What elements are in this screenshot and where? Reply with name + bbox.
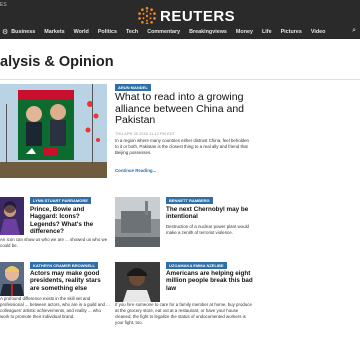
- author-badge[interactable]: LYNN STUART PARRAMORE: [30, 197, 91, 204]
- nav-item-politics[interactable]: Politics: [98, 29, 117, 35]
- gear-icon[interactable]: ⚙: [2, 28, 8, 36]
- article-summary: A profound difference exists in the skil…: [0, 296, 110, 319]
- portrait-photo: [115, 262, 160, 302]
- continue-reading-link[interactable]: Continue Reading...: [115, 168, 156, 173]
- featured-image[interactable]: [0, 84, 107, 178]
- nav-item-tech[interactable]: Tech: [126, 29, 138, 35]
- author-badge[interactable]: UZOAMAKA EMMA NZELIBE: [166, 262, 227, 269]
- article-summary: If you hire someone to care for a family…: [115, 302, 252, 325]
- portrait-photo: [0, 262, 24, 296]
- nav-item-breakingviews[interactable]: Breakingviews: [189, 29, 227, 35]
- portrait-photo: [0, 197, 24, 235]
- article-headline[interactable]: Actors may make good presidents, reality…: [30, 270, 110, 292]
- main-nav: ⚙ Business Markets World Politics Tech C…: [0, 24, 360, 39]
- nav-item-business[interactable]: Business: [11, 29, 35, 35]
- nav-item-pictures[interactable]: Pictures: [281, 29, 302, 35]
- nav-item-commentary[interactable]: Commentary: [147, 29, 180, 35]
- author-badge[interactable]: BENNETT RAMBERG: [166, 197, 213, 204]
- article-summary: Destruction of a nuclear power plant wou…: [166, 224, 249, 235]
- article-headline[interactable]: Americans are helping eight million peop…: [166, 270, 254, 292]
- featured-headline[interactable]: What to read into a growing alliance bet…: [115, 91, 255, 127]
- search-icon[interactable]: ⌕: [352, 27, 356, 35]
- brand-wordmark: REUTERS: [160, 7, 236, 25]
- featured-author-badge[interactable]: ARUN MANDEL: [115, 84, 151, 91]
- reuters-logo-icon: [138, 6, 156, 26]
- billboard-photo: [0, 84, 107, 178]
- nav-item-world[interactable]: World: [74, 29, 89, 35]
- article-image[interactable]: [0, 262, 24, 296]
- article-headline[interactable]: Prince, Bowie and Haggard: Icons? Legend…: [30, 206, 108, 235]
- nav-item-markets[interactable]: Markets: [44, 29, 64, 35]
- nav-item-video[interactable]: Video: [311, 29, 326, 35]
- nav-item-money[interactable]: Money: [236, 29, 253, 35]
- article-summary: An icon can show us who we are ... showe…: [0, 237, 108, 248]
- author-badge[interactable]: KATHRYN CRAMER BROWNELL: [30, 262, 98, 269]
- featured-timestamp: THU APR 28 2016 11:12 PM EDT: [115, 131, 175, 136]
- nav-item-life[interactable]: Life: [262, 29, 272, 35]
- featured-summary: In a region where many countries either …: [115, 138, 249, 155]
- article-image[interactable]: [115, 262, 160, 302]
- title-divider: [0, 79, 360, 80]
- article-image[interactable]: [115, 197, 160, 247]
- reuters-logo[interactable]: REUTERS: [137, 6, 235, 26]
- chernobyl-photo: [115, 197, 160, 247]
- page-title: alysis & Opinion: [0, 54, 114, 70]
- article-headline[interactable]: The next Chernobyl may be intentional: [166, 206, 252, 221]
- edition-label[interactable]: ES: [0, 2, 7, 8]
- article-image[interactable]: [0, 197, 24, 235]
